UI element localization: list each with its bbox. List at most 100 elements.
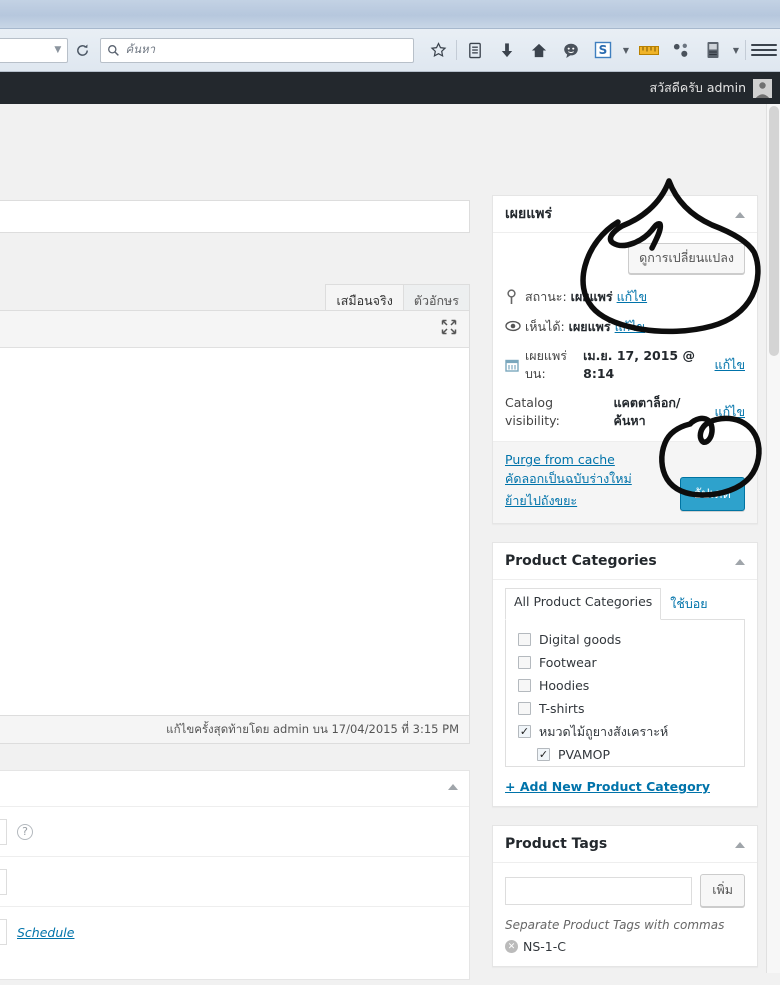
svg-text:S: S <box>599 43 608 57</box>
search-input[interactable]: ค้นหา <box>99 37 414 63</box>
product-tags-input-row: เพิ่ม <box>505 874 745 907</box>
product-tags-metabox: Product Tags เพิ่ม Separate Product Tags… <box>492 825 758 967</box>
tag-chip-label: NS-1-C <box>523 939 566 954</box>
visibility-label: เห็นได้: <box>525 318 565 334</box>
reading-list-icon[interactable] <box>459 35 491 65</box>
fullscreen-expand-icon[interactable] <box>441 319 457 339</box>
category-item-rubber-wood[interactable]: ✓ หมวดไม้ถูยางสังเคราะห์ <box>518 720 744 743</box>
purge-cache-link[interactable]: Purge from cache <box>505 452 632 467</box>
checkbox-pvamop[interactable]: ✓ <box>537 748 550 761</box>
partial-input-1[interactable] <box>0 818 7 845</box>
scrollbar-thumb[interactable] <box>769 106 779 356</box>
publish-date-edit-link[interactable]: แก้ไข <box>715 356 745 374</box>
bookmark-star-icon[interactable] <box>422 35 454 65</box>
copy-to-draft-link[interactable]: คัดลอกเป็นฉบับร่างใหม่ <box>505 469 632 489</box>
category-label: Digital goods <box>539 632 622 647</box>
view-changes-button[interactable]: ดูการเปลี่ยนแปลง <box>628 243 745 274</box>
search-icon <box>107 44 119 56</box>
status-label: สถานะ: <box>525 289 567 304</box>
product-tags-title: Product Tags <box>505 836 608 852</box>
status-edit-link[interactable]: แก้ไข <box>617 288 647 306</box>
category-label: หมวดไม้ถูยางสังเคราะห์ <box>539 723 669 739</box>
publish-metabox: เผยแพร่ ดูการเปลี่ยนแปลง สถานะ: เผยแพร่ … <box>492 195 758 524</box>
checkbox-digital-goods[interactable] <box>518 633 531 646</box>
category-item-t-shirts[interactable]: T-shirts <box>518 697 744 720</box>
checkbox-hoodies[interactable] <box>518 679 531 692</box>
visibility-value: เผยแพร่ <box>568 318 611 334</box>
product-tags-input[interactable] <box>505 876 693 905</box>
tag-chip-ns-1-c: ✕ NS-1-C <box>505 939 745 954</box>
skype-s-icon[interactable]: S <box>587 35 619 65</box>
lower-metabox-row-3: Schedule <box>0 907 469 957</box>
address-bar[interactable]: ▼ <box>0 37 69 63</box>
ruler-measure-icon[interactable] <box>633 35 665 65</box>
post-editor: เสมือนจริง ตัวอักษร แก้ไขครั้งสุดท้ายโดย… <box>0 284 470 744</box>
downloads-icon[interactable] <box>491 35 523 65</box>
chevron-down-icon[interactable]: ▼ <box>54 45 61 55</box>
chat-bubble-icon[interactable] <box>555 35 587 65</box>
catalog-visibility-row: Catalog visibility: แคตตาล็อก/ค้นหา แก้ไ… <box>505 394 745 429</box>
check-mark-icon: ✓ <box>519 725 530 738</box>
visibility-edit-link[interactable]: แก้ไข <box>615 318 645 336</box>
share-nodes-icon[interactable] <box>665 35 697 65</box>
add-tag-button[interactable]: เพิ่ม <box>700 874 745 907</box>
product-categories-list[interactable]: Digital goods Footwear Hoodies T-shirts … <box>505 619 745 767</box>
remove-x-icon[interactable]: ✕ <box>505 940 518 953</box>
chevron-up-icon[interactable] <box>735 559 745 565</box>
overflow-dropdown-icon[interactable]: ▼ <box>729 35 743 65</box>
schedule-link[interactable]: Schedule <box>17 925 74 940</box>
sidebar-column: เผยแพร่ ดูการเปลี่ยนแปลง สถานะ: เผยแพร่ … <box>492 195 758 985</box>
reload-glyph <box>77 44 89 56</box>
reload-icon[interactable] <box>70 37 95 63</box>
publish-metabox-header: เผยแพร่ <box>493 196 757 233</box>
catalog-visibility-edit-link[interactable]: แก้ไข <box>715 403 745 421</box>
move-to-trash-link[interactable]: ย้ายไปถังขยะ <box>505 491 632 511</box>
tab-all-product-categories[interactable]: All Product Categories <box>505 588 662 620</box>
help-circle-icon[interactable]: ? <box>17 823 33 840</box>
browser-tab-strip[interactable] <box>0 0 780 29</box>
user-avatar-icon[interactable] <box>753 78 772 98</box>
pin-icon <box>505 289 525 305</box>
chevron-up-icon[interactable] <box>735 212 745 218</box>
toolbar-divider-2 <box>745 40 746 60</box>
toolbar-divider <box>456 40 457 60</box>
page-scrollbar[interactable] <box>766 104 780 973</box>
category-item-hoodies[interactable]: Hoodies <box>518 674 744 697</box>
catalog-visibility-label: Catalog visibility: <box>505 395 560 428</box>
checkbox-rubber-wood[interactable]: ✓ <box>518 725 531 738</box>
post-title-input[interactable] <box>0 200 470 233</box>
skype-dropdown-icon[interactable]: ▼ <box>619 35 633 65</box>
wp-admin-bar: สวัสดีครับ admin <box>0 72 780 104</box>
product-categories-metabox: Product Categories All Product Categorie… <box>492 542 758 807</box>
status-row: สถานะ: เผยแพร่ แก้ไข <box>505 288 745 306</box>
product-tags-body: เพิ่ม Separate Product Tags with commas … <box>493 863 757 966</box>
editor-toolbar <box>0 310 470 348</box>
tab-most-used[interactable]: ใช้บ่อย <box>661 588 716 620</box>
product-categories-title: Product Categories <box>505 553 657 569</box>
checkbox-t-shirts[interactable] <box>518 702 531 715</box>
partial-input-2[interactable] <box>0 868 7 895</box>
menu-hamburger-icon[interactable] <box>748 35 780 65</box>
chevron-up-icon[interactable] <box>735 842 745 848</box>
partial-input-3[interactable] <box>0 919 7 945</box>
chevron-up-icon[interactable] <box>448 784 458 790</box>
publish-actions: Purge from cache คัดลอกเป็นฉบับร่างใหม่ … <box>493 441 757 523</box>
home-icon[interactable] <box>523 35 555 65</box>
checkbox-footwear[interactable] <box>518 656 531 669</box>
wp-content-area: เสมือนจริง ตัวอักษร แก้ไขครั้งสุดท้ายโดย… <box>0 104 780 980</box>
trash-shredder-icon[interactable] <box>697 35 729 65</box>
category-item-pvamop[interactable]: ✓ PVAMOP <box>518 743 744 766</box>
publish-date-label: เผยแพร่บน: <box>525 348 567 381</box>
visibility-row: เห็นได้: เผยแพร่ แก้ไข <box>505 318 745 336</box>
lower-metabox-row-2 <box>0 857 469 907</box>
howdy-greeting[interactable]: สวัสดีครับ admin <box>649 78 746 98</box>
category-label: Footwear <box>539 655 597 670</box>
category-item-digital-goods[interactable]: Digital goods <box>518 628 744 651</box>
update-button[interactable]: อัปเดต <box>679 477 745 511</box>
category-item-footwear[interactable]: Footwear <box>518 651 744 674</box>
publish-date-value: เม.ย. 17, 2015 @ 8:14 <box>583 348 695 381</box>
editor-content-body[interactable] <box>0 348 470 716</box>
add-new-product-category-link[interactable]: + Add New Product Category <box>493 767 757 806</box>
editor-last-edited-status: แก้ไขครั้งสุดท้ายโดย admin บน 17/04/2015… <box>0 716 470 744</box>
category-label: PVAMOP <box>558 747 611 762</box>
